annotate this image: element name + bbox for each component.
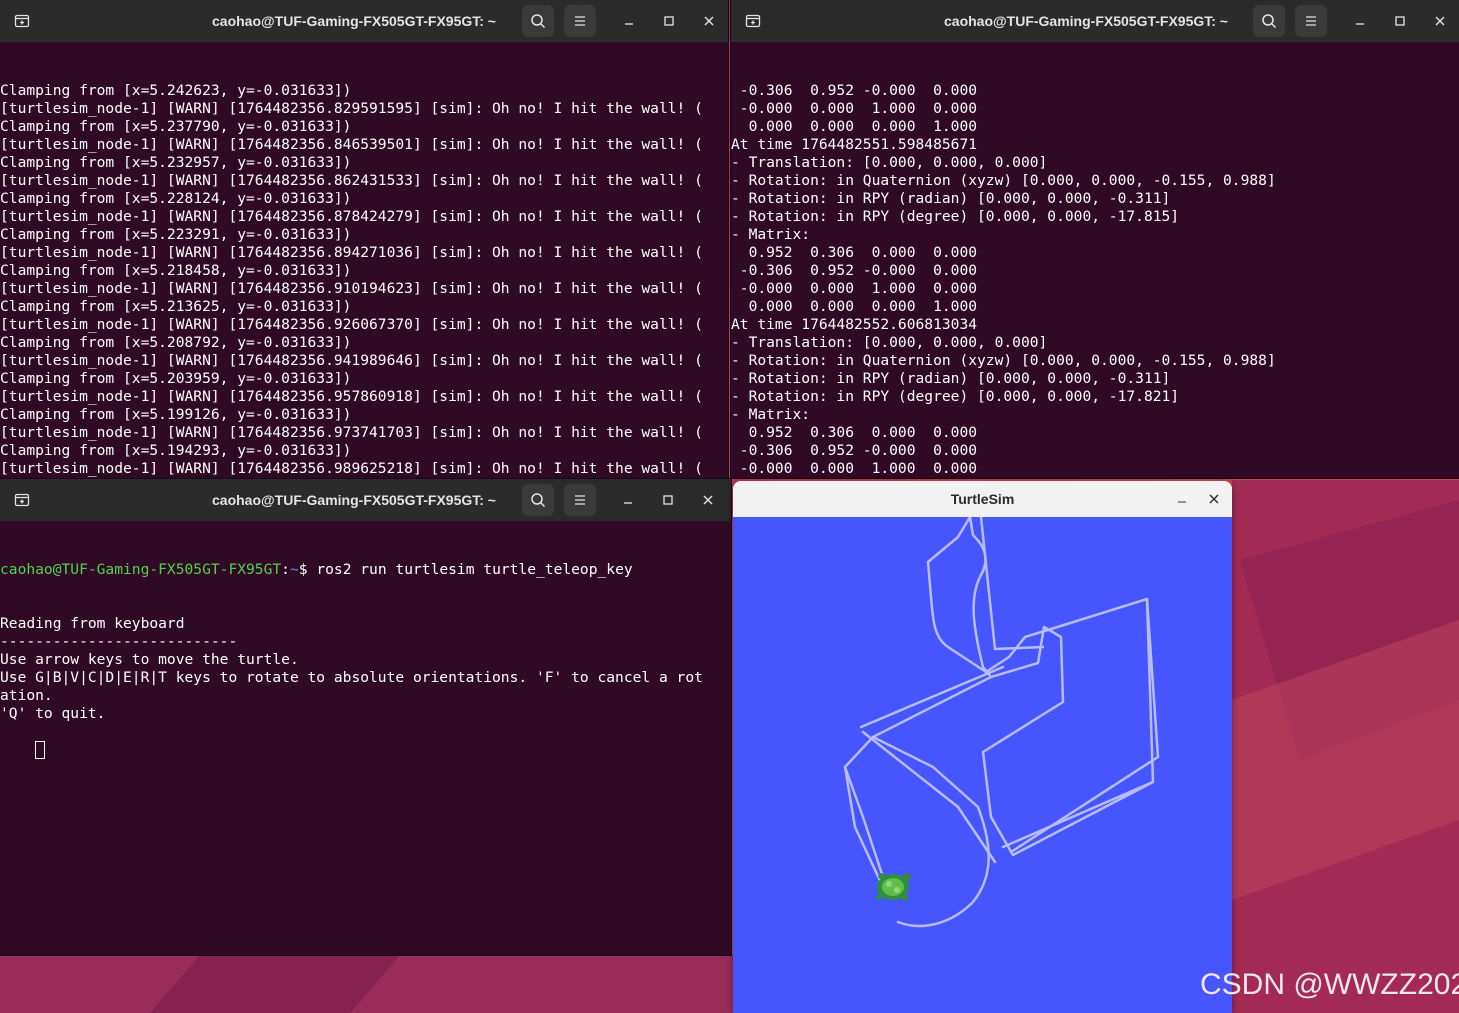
output-line: - Rotation: in RPY (degree) [0.000, 0.00… xyxy=(731,208,1180,225)
output-line: 0.952 0.306 0.000 0.000 xyxy=(731,244,978,261)
close-icon[interactable] xyxy=(699,11,719,31)
output-line: Clamping from [x=5.237790, y=-0.031633]) xyxy=(0,118,352,135)
output-line: - Translation: [0.000, 0.000, 0.000] xyxy=(731,334,1048,351)
output-lines: -0.306 0.952 -0.000 0.000 -0.000 0.000 1… xyxy=(731,82,1276,478)
prompt-separator: : xyxy=(281,561,290,578)
output-line: Clamping from [x=5.228124, y=-0.031633]) xyxy=(0,190,352,207)
output-line: [turtlesim_node-1] [WARN] [1764482356.98… xyxy=(0,460,703,477)
output-line: - Rotation: in RPY (degree) [0.000, 0.00… xyxy=(731,388,1180,405)
maximize-icon[interactable] xyxy=(1390,11,1410,31)
output-line: - Rotation: in Quaternion (xyzw) [0.000,… xyxy=(731,172,1276,189)
output-line: Clamping from [x=5.199126, y=-0.031633]) xyxy=(0,406,352,423)
window-title: caohao@TUF-Gaming-FX505GT-FX95GT: ~ xyxy=(212,492,496,508)
minimize-icon[interactable] xyxy=(618,490,638,510)
output-line: Clamping from [x=5.218458, y=-0.031633]) xyxy=(0,262,352,279)
output-line: Clamping from [x=5.213625, y=-0.031633]) xyxy=(0,298,352,315)
new-tab-icon[interactable] xyxy=(10,489,34,511)
output-line: ation. xyxy=(0,687,53,704)
maximize-icon[interactable] xyxy=(659,11,679,31)
turtlesim-canvas xyxy=(733,515,1232,1013)
text-cursor xyxy=(35,741,46,759)
turtle-icon xyxy=(876,873,911,901)
hamburger-menu-icon[interactable] xyxy=(564,484,596,516)
output-line: -0.000 0.000 1.000 0.000 xyxy=(731,280,978,297)
terminal-output[interactable]: -0.306 0.952 -0.000 0.000 -0.000 0.000 1… xyxy=(731,46,1276,478)
minimize-icon[interactable] xyxy=(1174,491,1190,507)
output-line: [turtlesim_node-1] [WARN] [1764482356.84… xyxy=(0,136,703,153)
output-line: 0.000 0.000 0.000 1.000 xyxy=(731,118,978,135)
output-line: Clamping from [x=5.203959, y=-0.031633]) xyxy=(0,370,352,387)
prompt-line: caohao@TUF-Gaming-FX505GT-FX95GT:~$ ros2… xyxy=(0,561,703,579)
turtle-trail xyxy=(843,515,1160,928)
output-line: -0.000 0.000 1.000 0.000 xyxy=(731,460,978,477)
prompt-path: ~ xyxy=(289,561,299,578)
output-line: [turtlesim_node-1] [WARN] [1764482356.89… xyxy=(0,244,703,261)
output-lines: Clamping from [x=5.242623, y=-0.031633])… xyxy=(0,82,703,478)
output-line: At time 1764482552.606813034 xyxy=(731,316,978,333)
output-line: [turtlesim_node-1] [WARN] [1764482356.86… xyxy=(0,172,703,189)
search-icon[interactable] xyxy=(522,484,554,516)
terminal-window-top-left[interactable]: caohao@TUF-Gaming-FX505GT-FX95GT: ~ Clam… xyxy=(0,0,728,478)
output-line: -0.306 0.952 -0.000 0.000 xyxy=(731,82,978,99)
new-tab-icon[interactable] xyxy=(10,10,34,32)
output-lines: Reading from keyboard -------------------… xyxy=(0,615,703,723)
new-tab-icon[interactable] xyxy=(741,10,765,32)
window-title: TurtleSim xyxy=(950,491,1015,507)
output-line: [turtlesim_node-1] [WARN] [1764482356.97… xyxy=(0,424,703,441)
terminal-output[interactable]: caohao@TUF-Gaming-FX505GT-FX95GT:~$ ros2… xyxy=(0,525,703,779)
terminal-titlebar[interactable]: caohao@TUF-Gaming-FX505GT-FX95GT: ~ xyxy=(731,0,1459,42)
output-line: [turtlesim_node-1] [WARN] [1764482356.82… xyxy=(0,100,703,117)
close-icon[interactable] xyxy=(1206,491,1222,507)
prompt-user: caohao@TUF-Gaming-FX505GT-FX95GT xyxy=(0,561,282,578)
search-icon[interactable] xyxy=(522,5,554,37)
output-line: [turtlesim_node-1] [WARN] [1764482356.94… xyxy=(0,352,703,369)
output-line: -0.306 0.952 -0.000 0.000 xyxy=(731,442,978,459)
output-line: Clamping from [x=5.194293, y=-0.031633]) xyxy=(0,442,352,459)
output-line: --------------------------- xyxy=(0,633,238,650)
terminal-output[interactable]: Clamping from [x=5.242623, y=-0.031633])… xyxy=(0,46,703,478)
output-line: - Matrix: xyxy=(731,406,811,423)
output-line: - Rotation: in RPY (radian) [0.000, 0.00… xyxy=(731,190,1171,207)
output-line: 0.000 0.000 0.000 1.000 xyxy=(731,298,978,315)
terminal-window-top-right[interactable]: caohao@TUF-Gaming-FX505GT-FX95GT: ~ -0.3… xyxy=(731,0,1459,478)
turtlesim-titlebar[interactable]: TurtleSim xyxy=(733,481,1232,518)
terminal-titlebar[interactable]: caohao@TUF-Gaming-FX505GT-FX95GT: ~ xyxy=(0,479,731,521)
output-line: 'Q' to quit. xyxy=(0,705,106,722)
close-icon[interactable] xyxy=(698,490,718,510)
output-line: Reading from keyboard xyxy=(0,615,185,632)
output-line: - Translation: [0.000, 0.000, 0.000] xyxy=(731,154,1048,171)
minimize-icon[interactable] xyxy=(619,11,639,31)
output-line: -0.000 0.000 1.000 0.000 xyxy=(731,100,978,117)
hamburger-menu-icon[interactable] xyxy=(1295,5,1327,37)
prompt-dollar: $ xyxy=(298,561,317,578)
maximize-icon[interactable] xyxy=(658,490,678,510)
watermark: CSDN @WWZZ2025 xyxy=(1200,968,1459,1001)
minimize-icon[interactable] xyxy=(1350,11,1370,31)
hamburger-menu-icon[interactable] xyxy=(564,5,596,37)
output-line: 0.952 0.306 0.000 0.000 xyxy=(731,424,978,441)
output-line: - Rotation: in Quaternion (xyzw) [0.000,… xyxy=(731,352,1276,369)
terminal-window-bottom-left[interactable]: caohao@TUF-Gaming-FX505GT-FX95GT: ~ caoh… xyxy=(0,479,731,955)
output-line: Clamping from [x=5.232957, y=-0.031633]) xyxy=(0,154,352,171)
command-text: ros2 run turtlesim turtle_teleop_key xyxy=(316,561,633,578)
output-line: Clamping from [x=5.208792, y=-0.031633]) xyxy=(0,334,352,351)
window-title: caohao@TUF-Gaming-FX505GT-FX95GT: ~ xyxy=(212,13,496,29)
output-line: At time 1764482551.598485671 xyxy=(731,136,978,153)
output-line: - Matrix: xyxy=(731,226,811,243)
output-line: [turtlesim_node-1] [WARN] [1764482356.91… xyxy=(0,280,703,297)
output-line: Use arrow keys to move the turtle. xyxy=(0,651,299,668)
output-line: Clamping from [x=5.242623, y=-0.031633]) xyxy=(0,82,352,99)
output-line: Clamping from [x=5.223291, y=-0.031633]) xyxy=(0,226,352,243)
output-line: [turtlesim_node-1] [WARN] [1764482356.87… xyxy=(0,208,703,225)
search-icon[interactable] xyxy=(1253,5,1285,37)
terminal-titlebar[interactable]: caohao@TUF-Gaming-FX505GT-FX95GT: ~ xyxy=(0,0,728,42)
window-title: caohao@TUF-Gaming-FX505GT-FX95GT: ~ xyxy=(944,13,1228,29)
output-line: [turtlesim_node-1] [WARN] [1764482356.95… xyxy=(0,388,703,405)
output-line: -0.306 0.952 -0.000 0.000 xyxy=(731,262,978,279)
output-line: Use G|B|V|C|D|E|R|T keys to rotate to ab… xyxy=(0,669,703,686)
output-line: [turtlesim_node-1] [WARN] [1764482356.92… xyxy=(0,316,703,333)
turtlesim-window[interactable]: TurtleSim xyxy=(733,481,1232,1013)
output-line: - Rotation: in RPY (radian) [0.000, 0.00… xyxy=(731,370,1171,387)
close-icon[interactable] xyxy=(1430,11,1450,31)
